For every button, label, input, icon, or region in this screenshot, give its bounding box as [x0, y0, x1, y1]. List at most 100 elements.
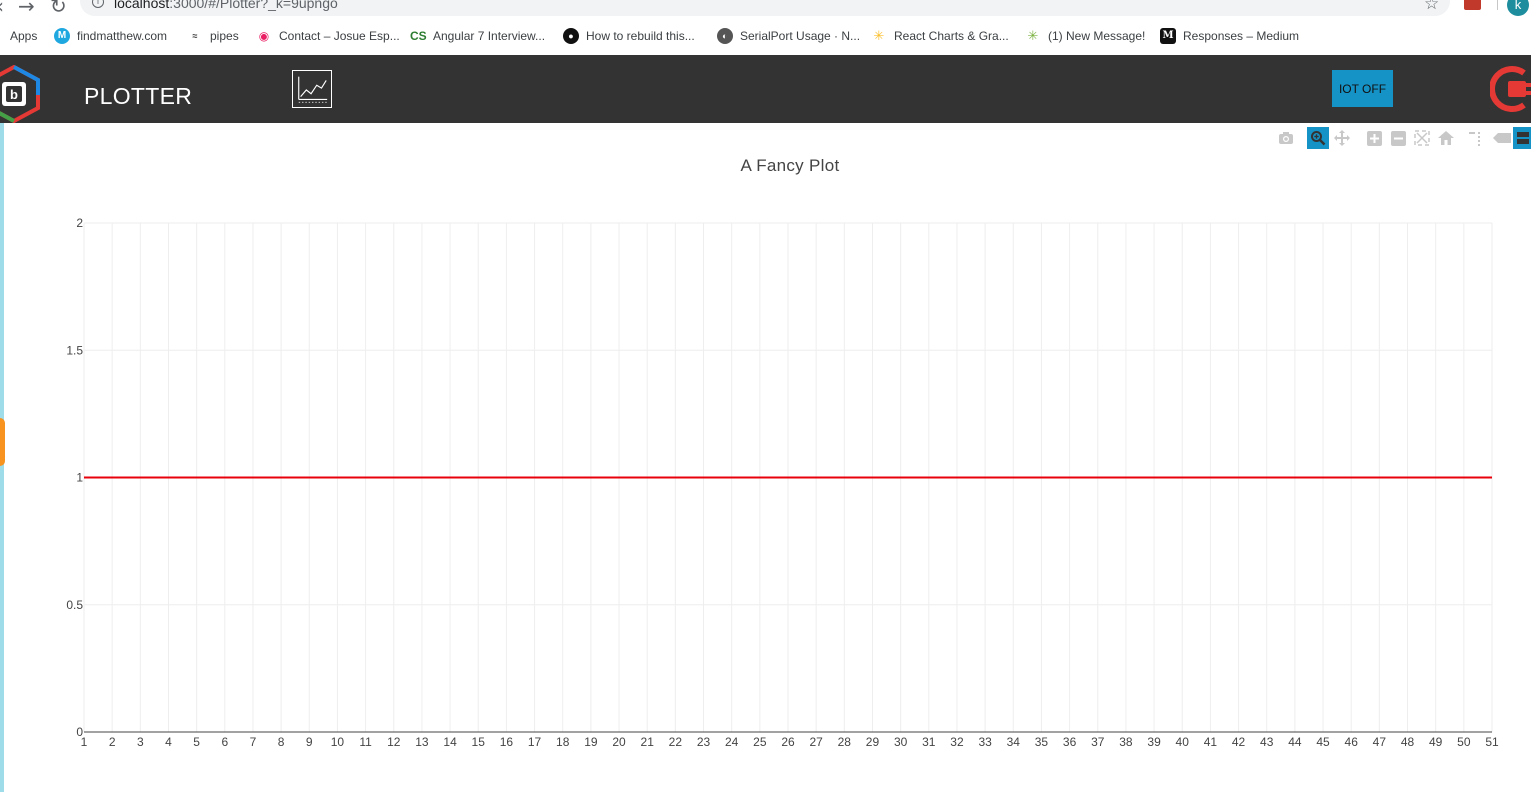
x-tick-label: 35 [1035, 735, 1049, 749]
cs-favicon-icon: CS [410, 29, 427, 43]
x-tick-label: 15 [472, 735, 486, 749]
toolbar-divider [1497, 0, 1498, 10]
x-tick-label: 34 [1007, 735, 1021, 749]
x-tick-label: 33 [978, 735, 992, 749]
x-tick-label: 25 [753, 735, 767, 749]
react-charts-favicon-icon: ✳ [873, 28, 885, 43]
bookmark-react-charts[interactable]: ✳ React Charts & Gra... [871, 27, 1009, 45]
x-tick-label: 9 [306, 735, 313, 749]
iot-toggle-button[interactable]: IOT OFF [1332, 70, 1393, 107]
x-tick-label: 1 [81, 735, 88, 749]
app-logo-icon[interactable]: b [0, 65, 40, 123]
forward-arrow-icon[interactable]: → [18, 0, 35, 18]
x-tick-label: 31 [922, 735, 936, 749]
x-tick-label: 44 [1288, 735, 1302, 749]
svg-text:b: b [10, 87, 18, 102]
x-tick-label: 10 [331, 735, 345, 749]
reload-icon[interactable]: ↻ [50, 0, 67, 18]
x-tick-label: 20 [612, 735, 626, 749]
message-favicon-icon: ✳ [1027, 28, 1039, 43]
profile-avatar[interactable]: k [1507, 0, 1529, 16]
x-tick-label: 23 [697, 735, 711, 749]
github-icon: ● [563, 28, 579, 44]
url-text[interactable]: localhost:3000/#/Plotter?_k=9upngo [114, 0, 338, 11]
x-tick-label: 47 [1373, 735, 1387, 749]
bookmark-label: (1) New Message! [1048, 29, 1146, 43]
bookmark-label: pipes [210, 29, 239, 43]
x-tick-label: 29 [866, 735, 880, 749]
bookmark-apps[interactable]: Apps [10, 27, 37, 45]
x-tick-label: 46 [1345, 735, 1359, 749]
bookmark-label: How to rebuild this... [586, 29, 695, 43]
x-tick-label: 32 [950, 735, 964, 749]
bookmark-pipes[interactable]: ≈ pipes [187, 27, 239, 45]
back-arrow-icon[interactable]: ‹ [0, 0, 4, 18]
x-tick-label: 51 [1485, 735, 1499, 749]
x-tick-label: 36 [1063, 735, 1077, 749]
x-tick-label: 30 [894, 735, 908, 749]
globe-favicon-icon: ◐ [717, 28, 733, 44]
x-tick-label: 7 [250, 735, 257, 749]
x-tick-label: 43 [1260, 735, 1274, 749]
contact-favicon-icon: ◉ [258, 29, 270, 43]
bookmark-angular[interactable]: CS Angular 7 Interview... [410, 27, 545, 45]
x-tick-label: 48 [1401, 735, 1415, 749]
app-title: PLOTTER [84, 83, 193, 109]
x-tick-label: 12 [387, 735, 401, 749]
bookmark-label: findmatthew.com [77, 29, 168, 43]
x-tick-label: 19 [584, 735, 598, 749]
plot-chart-icon[interactable] [292, 70, 332, 108]
x-tick-label: 16 [500, 735, 514, 749]
x-tick-label: 6 [221, 735, 228, 749]
app-header: b PLOTTER IOT OFF [0, 55, 1531, 123]
x-tick-label: 5 [193, 735, 200, 749]
x-tick-label: 4 [165, 735, 172, 749]
x-tick-label: 49 [1429, 735, 1443, 749]
x-tick-label: 42 [1232, 735, 1246, 749]
bookmark-rebuild[interactable]: ● How to rebuild this... [563, 27, 695, 45]
bookmark-star-icon[interactable]: ☆ [1424, 0, 1439, 14]
x-tick-label: 27 [809, 735, 823, 749]
extension-icon[interactable] [1464, 0, 1481, 10]
browser-toolbar: ‹ → ↻ i localhost:3000/#/Plotter?_k=9upn… [0, 0, 1531, 21]
x-tick-label: 26 [781, 735, 795, 749]
x-tick-label: 11 [359, 735, 372, 749]
bookmark-new-message[interactable]: ✳ (1) New Message! [1025, 27, 1146, 45]
bookmark-label: React Charts & Gra... [894, 29, 1009, 43]
x-tick-label: 8 [278, 735, 285, 749]
x-tick-label: 13 [415, 735, 429, 749]
bookmark-label: Angular 7 Interview... [433, 29, 546, 43]
line-chart[interactable]: 00.511.52 1 2 3 4 5 6 7 8 9 10 11 12 13 14 15 16 17 18 19 2… [0, 123, 1531, 792]
bookmark-medium[interactable]: M Responses – Medium [1160, 27, 1299, 45]
x-tick-labels: 1 2 3 4 5 6 7 8 9 10 11 12 13 14 15 16 17 18 19 20 21 22 23 24 2… [81, 735, 1499, 749]
power-plug-icon[interactable] [1490, 63, 1531, 115]
x-tick-label: 22 [669, 735, 683, 749]
bookmark-serialport[interactable]: ◐ SerialPort Usage · N... [717, 27, 860, 45]
findmatthew-favicon-icon: M [54, 28, 70, 44]
url-path: :3000/#/Plotter?_k=9upngo [169, 0, 338, 11]
medium-icon: M [1160, 28, 1176, 44]
x-tick-label: 50 [1457, 735, 1471, 749]
bookmark-contact[interactable]: ◉ Contact – Josue Esp... [256, 27, 400, 45]
bookmark-label: Apps [10, 29, 38, 43]
y-tick-label: 1.5 [66, 343, 83, 357]
y-tick-label: 1 [76, 471, 83, 485]
x-tick-label: 40 [1176, 735, 1190, 749]
x-tick-label: 41 [1204, 735, 1218, 749]
bookmarks-bar: Apps M findmatthew.com ≈ pipes ◉ Contact… [0, 24, 1531, 48]
x-tick-label: 45 [1316, 735, 1330, 749]
chrome-spacer [0, 48, 1531, 55]
x-tick-label: 2 [109, 735, 116, 749]
y-tick-label: 0.5 [66, 598, 83, 612]
x-tick-label: 21 [641, 735, 655, 749]
bookmark-label: Contact – Josue Esp... [279, 29, 400, 43]
x-tick-label: 17 [528, 735, 542, 749]
x-tick-label: 39 [1147, 735, 1161, 749]
bookmark-label: SerialPort Usage · N... [740, 29, 861, 43]
x-tick-label: 18 [556, 735, 570, 749]
y-tick-label: 2 [76, 216, 83, 230]
bookmark-findmatthew[interactable]: M findmatthew.com [54, 27, 167, 45]
x-tick-label: 38 [1119, 735, 1133, 749]
x-tick-label: 28 [838, 735, 852, 749]
pipes-favicon-icon: ≈ [192, 31, 198, 41]
